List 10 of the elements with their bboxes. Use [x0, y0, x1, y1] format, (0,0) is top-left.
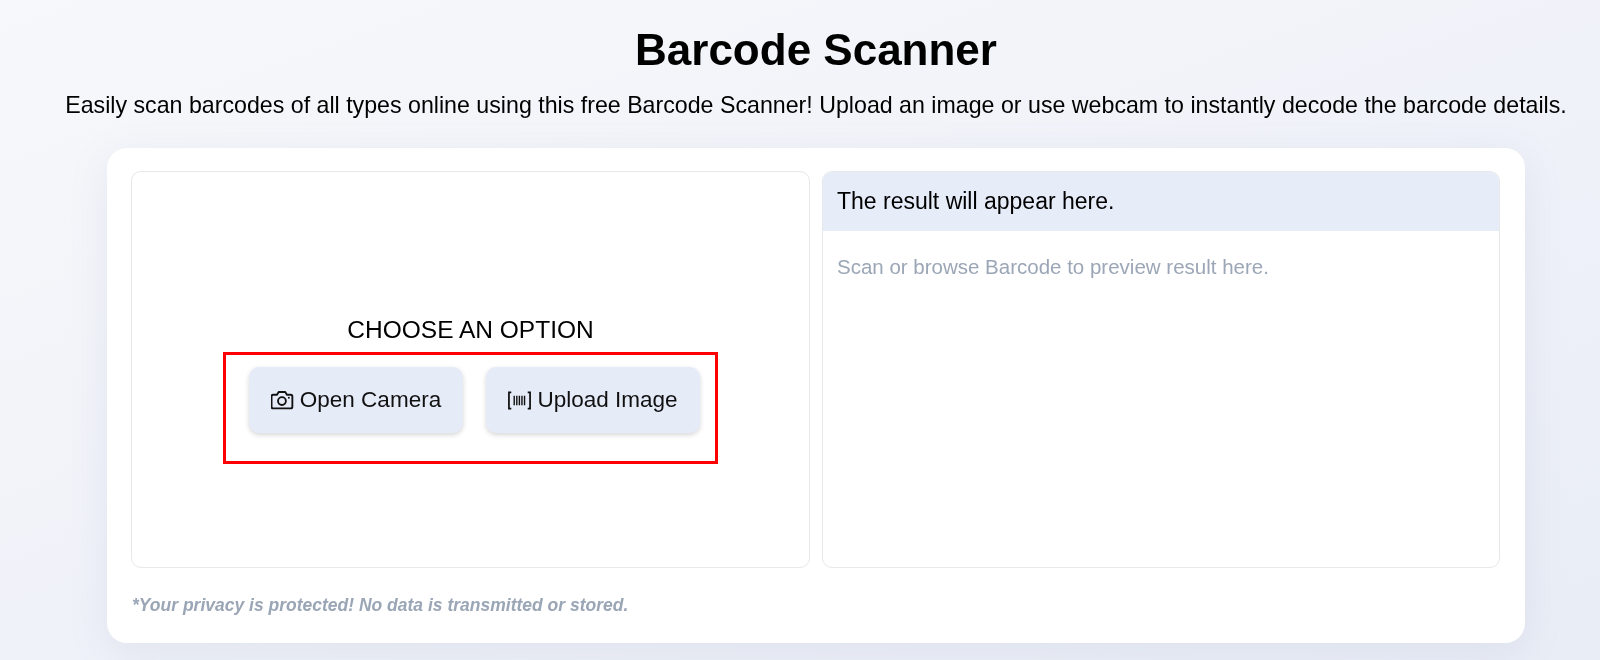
barcode-scan-icon: [508, 388, 532, 412]
result-header: The result will appear here.: [823, 172, 1499, 231]
options-heading: CHOOSE AN OPTION: [347, 316, 594, 344]
privacy-note: *Your privacy is protected! No data is transmitted or stored.: [132, 594, 630, 617]
page-title: Barcode Scanner: [634, 24, 998, 76]
result-message: Scan or browse Barcode to preview result here.: [837, 254, 1270, 280]
camera-icon: [270, 388, 294, 412]
upload-image-button[interactable]: Upload Image: [486, 367, 700, 433]
open-camera-button[interactable]: Open Camera: [249, 367, 463, 433]
page-subtitle: Easily scan barcodes of all types online using this free Barcode Scanner! Upload an image or use webcam to instantly decode the barcode details.: [64, 91, 1568, 119]
